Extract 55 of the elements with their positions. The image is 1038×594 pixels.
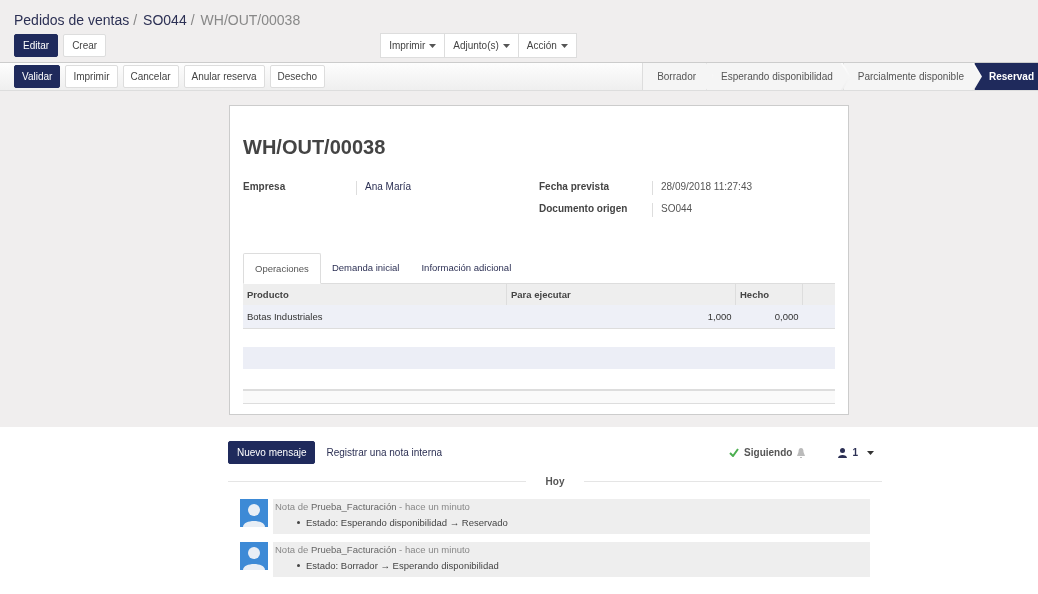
tab[interactable]: Información adicional bbox=[410, 253, 523, 283]
action-button[interactable]: Imprimir bbox=[65, 65, 118, 88]
table-cell: Botas Industriales bbox=[243, 305, 507, 329]
breadcrumb-link[interactable]: Pedidos de ventas bbox=[14, 12, 130, 28]
edit-button[interactable]: Editar bbox=[14, 34, 59, 57]
caret-icon bbox=[867, 450, 874, 455]
status-step[interactable]: Parcialmente disponible bbox=[842, 63, 980, 90]
caret-icon bbox=[502, 43, 510, 48]
status-step[interactable]: Reservad bbox=[973, 63, 1038, 90]
caret-icon bbox=[560, 43, 568, 48]
status-step[interactable]: Esperando disponibilidad bbox=[706, 63, 849, 90]
bullet-icon bbox=[297, 521, 300, 524]
action-button[interactable]: Anular reserva bbox=[183, 65, 265, 88]
status-step[interactable]: Borrador bbox=[642, 63, 713, 90]
following-status[interactable]: Siguiendo bbox=[744, 447, 793, 458]
column-header: Para ejecutar bbox=[506, 284, 736, 305]
dropdown-button[interactable]: Imprimir bbox=[380, 33, 446, 58]
field-label: Empresa bbox=[243, 181, 357, 195]
date-separator: Hoy bbox=[544, 476, 566, 487]
bell-icon bbox=[797, 447, 806, 458]
breadcrumb-separator: / bbox=[133, 12, 138, 28]
table-cell: 0,000 bbox=[735, 305, 803, 329]
breadcrumb-separator: / bbox=[190, 12, 195, 28]
breadcrumb-link[interactable]: SO044 bbox=[143, 12, 187, 28]
user-icon bbox=[838, 447, 848, 458]
check-icon bbox=[729, 448, 740, 457]
caret-icon bbox=[429, 43, 437, 48]
validate-button[interactable]: Validar bbox=[14, 65, 61, 88]
avatar-icon bbox=[240, 542, 268, 570]
avatar-icon bbox=[240, 499, 268, 527]
tracking-change: Estado: Borrador → Esperando disponibilidad bbox=[306, 560, 499, 571]
breadcrumb-current: WH/OUT/00038 bbox=[200, 12, 301, 28]
dropdown-button[interactable]: Adjunto(s) bbox=[444, 33, 519, 58]
tab[interactable]: Operaciones bbox=[243, 253, 321, 284]
tab[interactable]: Demanda inicial bbox=[320, 253, 411, 283]
log-note-link[interactable]: Registrar una nota interna bbox=[326, 447, 443, 458]
column-header: Hecho bbox=[735, 284, 803, 305]
message-header: Nota de Prueba_Facturación - hace un minuto bbox=[275, 501, 471, 512]
dropdown-button[interactable]: Acción bbox=[517, 33, 577, 58]
column-header: Producto bbox=[243, 284, 507, 305]
form-title: WH/OUT/00038 bbox=[243, 136, 387, 159]
field-value: SO044 bbox=[660, 203, 693, 216]
field-label: Documento origen bbox=[539, 203, 653, 217]
action-button[interactable]: Cancelar bbox=[122, 65, 179, 88]
follower-count[interactable]: 1 bbox=[852, 447, 858, 458]
bullet-icon bbox=[297, 564, 300, 567]
message-header: Nota de Prueba_Facturación - hace un minuto bbox=[275, 544, 471, 555]
create-button[interactable]: Crear bbox=[63, 34, 107, 57]
table-cell: 1,000 bbox=[506, 305, 736, 329]
tracking-change: Estado: Esperando disponibilidad → Reservado bbox=[306, 517, 508, 528]
field-value: 28/09/2018 11:27:43 bbox=[660, 181, 752, 194]
new-message-button[interactable]: Nuevo mensaje bbox=[228, 441, 316, 464]
field-value[interactable]: Ana María bbox=[357, 181, 412, 195]
field-label: Fecha prevista bbox=[539, 181, 653, 195]
action-button[interactable]: Desecho bbox=[269, 65, 326, 88]
